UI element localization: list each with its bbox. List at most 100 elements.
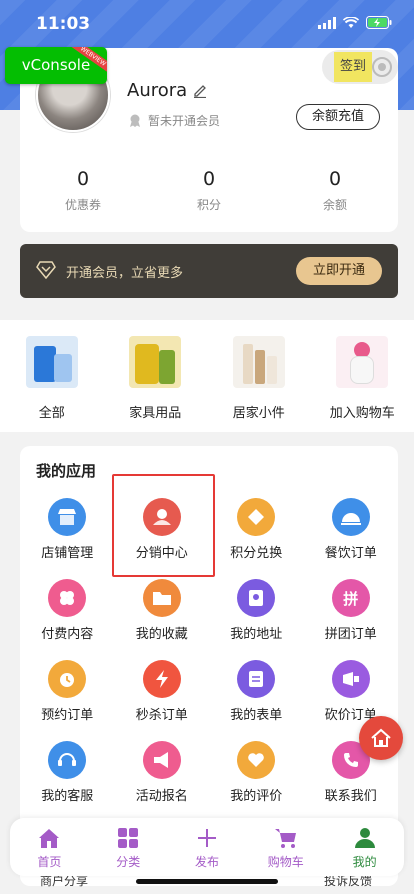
- app-label: 预约订单: [41, 708, 94, 723]
- app-label: 活动报名: [135, 789, 188, 804]
- recharge-button[interactable]: 余额充值: [296, 104, 380, 130]
- stat-value: 0: [202, 168, 216, 190]
- tab-publish[interactable]: 发布: [168, 818, 247, 876]
- app-label: 付费内容: [41, 627, 94, 642]
- category-item-home-small[interactable]: 居家小件: [207, 320, 311, 432]
- vip-banner[interactable]: 开通会员，立省更多 立即开通: [20, 244, 398, 298]
- tab-category[interactable]: 分类: [89, 818, 168, 876]
- home-indicator: [136, 879, 278, 884]
- app-points-exchange[interactable]: 积分兑换: [209, 498, 304, 579]
- category-item-furniture[interactable]: 家具用品: [104, 320, 208, 432]
- app-shop-management[interactable]: 店铺管理: [20, 498, 115, 579]
- app-label: 店铺管理: [41, 546, 94, 561]
- category-item-add-to-cart[interactable]: 加入购物车: [311, 320, 414, 432]
- group-buy-icon: 拼: [331, 579, 370, 617]
- category-row: 全部 家具用品 居家小件 加入购物车: [0, 320, 414, 432]
- tab-bar: 首页 分类 发布 购物车 我的: [10, 818, 404, 876]
- category-item-all[interactable]: 全部: [0, 320, 104, 432]
- points-exchange-icon: [237, 498, 276, 536]
- favorites-icon: [142, 579, 181, 617]
- stat-value: 0: [328, 168, 342, 190]
- diamond-icon: [36, 261, 56, 279]
- customer-service-icon: [48, 741, 87, 779]
- status-icons: [318, 16, 392, 29]
- app-my-reviews[interactable]: 我的评价: [209, 741, 304, 822]
- app-reservation[interactable]: 预约订单: [20, 660, 115, 741]
- home-icon: [371, 728, 391, 747]
- app-label: 我的地址: [230, 627, 283, 642]
- edit-icon[interactable]: [192, 82, 208, 98]
- app-customer-service[interactable]: 我的客服: [20, 741, 115, 822]
- status-bar: 11:03: [0, 0, 414, 48]
- category-label: 居家小件: [232, 406, 285, 421]
- apps-title: 我的应用: [36, 462, 97, 480]
- checkin-label: 签到: [334, 52, 372, 82]
- app-label: 我的表单: [230, 708, 283, 723]
- shop-icon: [48, 498, 87, 536]
- vip-banner-text: 开通会员，立省更多: [66, 266, 184, 281]
- record-icon: [372, 57, 392, 77]
- username: Aurora: [127, 80, 188, 101]
- app-label: 联系我们: [324, 789, 377, 804]
- tab-mine[interactable]: 我的: [325, 818, 404, 876]
- detergent-product-image: [25, 336, 78, 388]
- app-label: 拼团订单: [324, 627, 377, 642]
- app-favorites[interactable]: 我的收藏: [115, 579, 210, 660]
- reservation-icon: [48, 660, 87, 698]
- tab-label: 首页: [37, 855, 62, 869]
- app-dining-order[interactable]: 餐饮订单: [304, 498, 399, 579]
- tab-cart[interactable]: 购物车: [246, 818, 325, 876]
- review-icon: [237, 741, 276, 779]
- stat-coupons[interactable]: 0 优惠券: [20, 168, 146, 213]
- stat-label: 优惠券: [64, 198, 101, 212]
- app-my-form[interactable]: 我的表单: [209, 660, 304, 741]
- cooking-oil-product-image: [129, 336, 182, 388]
- vip-open-button[interactable]: 立即开通: [296, 257, 382, 285]
- member-status: 暂未开通会员: [128, 112, 220, 129]
- home-float-button[interactable]: [359, 716, 403, 760]
- stat-balance[interactable]: 0 余额: [272, 168, 398, 213]
- category-label: 家具用品: [129, 406, 182, 421]
- stat-label: 余额: [322, 198, 347, 212]
- paid-content-icon: [48, 579, 87, 617]
- home-icon: [39, 829, 60, 848]
- address-icon: [237, 579, 276, 617]
- tab-label: 我的: [352, 855, 377, 869]
- tab-home[interactable]: 首页: [10, 818, 89, 876]
- app-event-signup[interactable]: 活动报名: [115, 741, 210, 822]
- vconsole-label: vConsole: [21, 56, 91, 74]
- stat-value: 0: [76, 168, 90, 190]
- vconsole-button[interactable]: vConsole WEBVIEW: [5, 47, 107, 84]
- app-group-buy[interactable]: 拼 拼团订单: [304, 579, 399, 660]
- category-icon: [118, 828, 139, 848]
- checkin-button[interactable]: 签到: [322, 50, 398, 84]
- beauty-device-product-image: [336, 336, 389, 388]
- category-label: 加入购物车: [329, 406, 395, 421]
- app-label: 我的收藏: [135, 627, 188, 642]
- app-flash-sale[interactable]: 秒杀订单: [115, 660, 210, 741]
- app-label: 餐饮订单: [324, 546, 377, 561]
- form-icon: [237, 660, 276, 698]
- status-time: 11:03: [36, 14, 91, 34]
- app-label: 积分兑换: [230, 546, 283, 561]
- battery-charging-icon: [366, 16, 392, 29]
- category-label: 全部: [38, 406, 65, 421]
- stats-row: 0 优惠券 0 积分 0 余额: [20, 168, 398, 213]
- app-label: 我的客服: [41, 789, 94, 804]
- cart-icon: [274, 829, 296, 848]
- cosmetics-product-image: [232, 336, 285, 388]
- bargain-icon: [331, 660, 370, 698]
- signal-icon: [318, 16, 336, 29]
- dining-order-icon: [331, 498, 370, 536]
- stat-points[interactable]: 0 积分: [146, 168, 272, 213]
- tab-label: 发布: [194, 855, 219, 869]
- plus-icon: [197, 829, 216, 847]
- user-icon: [354, 828, 375, 848]
- app-paid-content[interactable]: 付费内容: [20, 579, 115, 660]
- member-badge-icon: [130, 114, 140, 127]
- app-address[interactable]: 我的地址: [209, 579, 304, 660]
- tab-label: 分类: [116, 855, 141, 869]
- app-label: 秒杀订单: [135, 708, 188, 723]
- highlight-box: [112, 474, 215, 577]
- wifi-icon: [343, 16, 359, 28]
